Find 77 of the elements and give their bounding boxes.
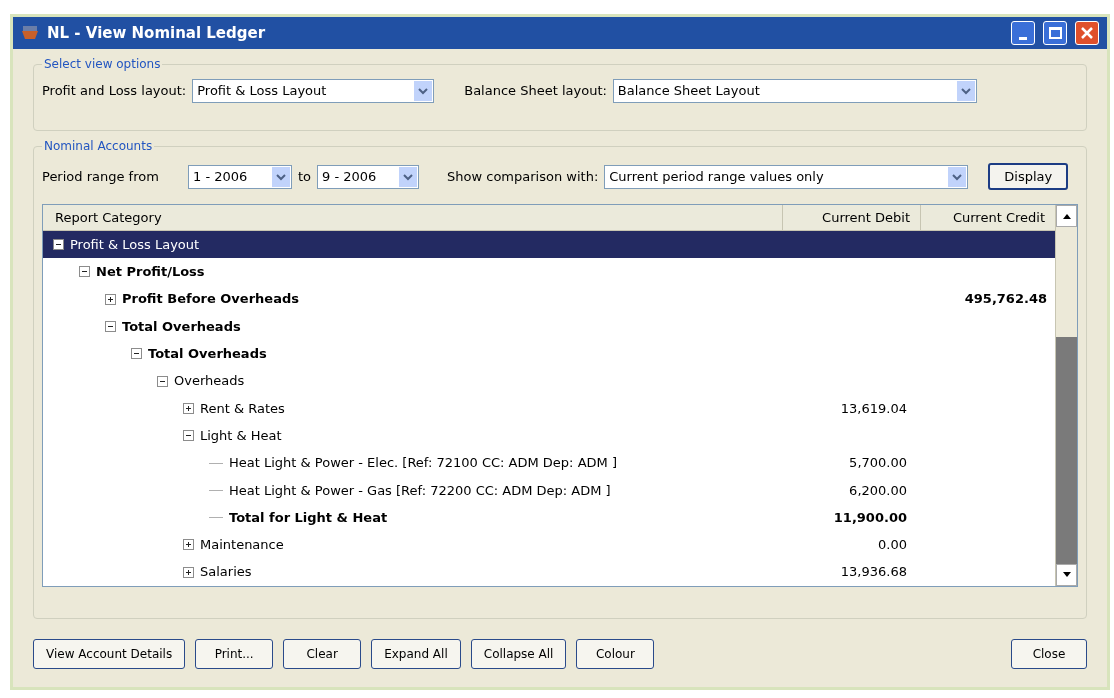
close-button[interactable]: Close: [1011, 639, 1087, 669]
column-header[interactable]: Report Category: [43, 205, 783, 230]
collapse-icon[interactable]: [183, 430, 194, 442]
collapse-icon[interactable]: [157, 375, 168, 387]
maximize-button[interactable]: [1043, 21, 1067, 45]
action-button[interactable]: Clear: [283, 639, 362, 669]
field-label: Show comparison with:: [447, 167, 599, 186]
category-label: Profit Before Overheads: [122, 290, 299, 309]
close-icon: [1080, 26, 1094, 40]
expand-icon[interactable]: [183, 566, 194, 578]
tree-row[interactable]: Total for Light & Heat 11,900.00: [43, 503, 1055, 532]
tree-row[interactable]: Total Overheads: [43, 312, 1055, 341]
tree-row[interactable]: Salaries 13,936.68: [43, 558, 1055, 586]
dropdown[interactable]: 9 - 2006: [317, 164, 420, 189]
up-arrow-icon: [1062, 213, 1071, 219]
action-button[interactable]: Expand All: [371, 639, 461, 669]
minimize-button[interactable]: [1011, 21, 1035, 45]
collapse-icon[interactable]: [131, 348, 142, 360]
window-title: NL - View Nominal Ledger: [47, 22, 267, 44]
app-icon: [21, 25, 39, 41]
column-header[interactable]: Current Credit: [921, 205, 1055, 230]
tree-row[interactable]: Overheads: [43, 367, 1055, 395]
category-label: Light & Heat: [200, 426, 282, 445]
expand-icon[interactable]: [183, 402, 194, 414]
tree-row[interactable]: Profit Before Overheads 495,762.48: [43, 285, 1055, 313]
debit-amount: 6,200.00: [849, 482, 907, 498]
close-window-button[interactable]: [1075, 21, 1099, 45]
dropdown[interactable]: Profit & Loss Layout: [192, 79, 435, 103]
category-label: Profit & Loss Layout: [70, 235, 200, 254]
credit-amount: 495,762.48: [964, 291, 1047, 307]
action-button[interactable]: Print...: [195, 639, 274, 669]
category-label: Total for Light & Heat: [229, 508, 388, 527]
action-button[interactable]: View Account Details: [33, 639, 186, 669]
dropdown[interactable]: Current period range values only: [604, 164, 969, 189]
debit-amount: 13,936.68: [840, 564, 907, 580]
field-label: to: [298, 167, 312, 186]
category-label: Rent & Rates: [200, 399, 285, 418]
tree-row[interactable]: Light & Heat: [43, 422, 1055, 450]
category-label: Maintenance: [200, 536, 284, 555]
category-label: Heat Light & Power - Elec. [Ref: 72100 CC: ADM Dep: ADM ]: [229, 454, 617, 473]
collapse-icon[interactable]: [79, 266, 90, 278]
tree-row[interactable]: Total Overheads: [43, 340, 1055, 368]
scroll-thumb[interactable]: [1056, 337, 1077, 564]
scroll-up-button[interactable]: [1056, 205, 1077, 227]
action-button[interactable]: Collapse All: [470, 639, 567, 669]
tree-row[interactable]: Net Profit/Loss: [43, 258, 1055, 286]
debit-amount: 5,700.00: [849, 455, 907, 471]
debit-amount: 11,900.00: [833, 509, 907, 525]
action-button[interactable]: Colour: [576, 639, 655, 669]
group-legend: Nominal Accounts: [42, 137, 155, 155]
tree-row[interactable]: Heat Light & Power - Gas [Ref: 72200 CC: ADM Dep: ADM ] 6,200.00: [43, 476, 1055, 504]
debit-amount: 0.00: [878, 537, 907, 553]
field-label: Balance Sheet layout:: [464, 82, 607, 101]
dropdown[interactable]: Balance Sheet Layout: [612, 79, 977, 103]
expand-icon[interactable]: [183, 539, 194, 551]
category-label: Salaries: [200, 563, 252, 582]
expand-icon[interactable]: [105, 293, 116, 305]
category-label: Heat Light & Power - Gas [Ref: 72200 CC: ADM Dep: ADM ]: [229, 481, 611, 500]
group-legend: Select view options: [42, 55, 163, 73]
display-button[interactable]: Display: [988, 163, 1069, 190]
collapse-icon[interactable]: [53, 239, 64, 251]
field-label: Profit and Loss layout:: [42, 82, 187, 101]
tree-row[interactable]: Maintenance 0.00: [43, 531, 1055, 559]
category-label: Net Profit/Loss: [96, 263, 205, 282]
dropdown[interactable]: 1 - 2006: [188, 164, 292, 189]
collapse-icon[interactable]: [105, 321, 116, 333]
scroll-down-button[interactable]: [1056, 563, 1077, 586]
category-label: Overheads: [174, 372, 245, 391]
tree-row[interactable]: Profit & Loss Layout: [43, 231, 1055, 259]
tree-row[interactable]: Rent & Rates 13,619.04: [43, 394, 1055, 423]
category-label: Total Overheads: [122, 317, 241, 336]
category-label: Total Overheads: [148, 345, 267, 364]
debit-amount: 13,619.04: [840, 400, 907, 416]
tree-row[interactable]: Heat Light & Power - Elec. [Ref: 72100 CC: ADM Dep: ADM ] 5,700.00: [43, 449, 1055, 477]
down-arrow-icon: [1062, 572, 1071, 578]
column-header[interactable]: Current Debit: [783, 205, 921, 230]
field-label: Period range from: [42, 167, 160, 186]
